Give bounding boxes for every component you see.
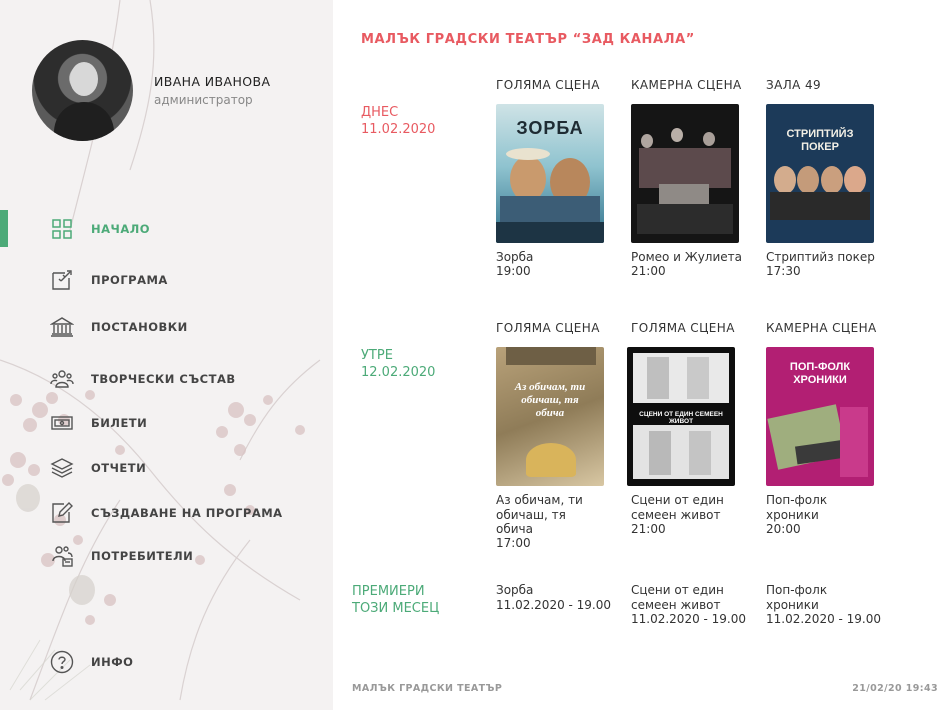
show-time: 17:00 (496, 536, 531, 550)
show-title: Стриптийз покер (766, 250, 875, 264)
edit-icon (52, 502, 73, 523)
poster-zorba[interactable]: ЗОРБА (496, 104, 604, 243)
nav-item-tickets[interactable]: БИЛЕТИ (50, 411, 147, 435)
people-icon (50, 370, 74, 388)
poster-az-obicham[interactable]: Аз обичам, ти обичаш, тя обича (496, 347, 604, 486)
footer-brand: МАЛЪК ГРАДСКИ ТЕАТЪР (352, 683, 503, 694)
stage-header: ГОЛЯМА СЦЕНА (631, 321, 735, 335)
nav-item-productions[interactable]: ПОСТАНОВКИ (50, 315, 188, 339)
poster-sceni[interactable]: СЦЕНИ ОТ ЕДИН СЕМЕЕН ЖИВОТ (627, 347, 735, 486)
nav-item-users[interactable]: ПОТРЕБИТЕЛИ (50, 544, 193, 568)
show-time: 20:00 (766, 522, 801, 536)
nav-label: БИЛЕТИ (91, 416, 148, 430)
nav-label: ОТЧЕТИ (91, 461, 147, 475)
page-title: МАЛЪК ГРАДСКИ ТЕАТЪР “ЗАД КАНАЛА” (361, 32, 695, 47)
help-icon (50, 650, 74, 674)
premiere-item[interactable]: Сцени от един семеен живот 11.02.2020 - … (631, 583, 749, 627)
stage-header: ЗАЛА 49 (766, 78, 822, 92)
show-title: Зорба (496, 250, 534, 264)
avatar (32, 40, 133, 141)
nav-label: СЪЗДАВАНЕ НА ПРОГРАМА (91, 506, 283, 520)
grid-icon (52, 219, 72, 239)
nav-item-home[interactable]: НАЧАЛО (50, 217, 150, 241)
today-label: ДНЕС 11.02.2020 (361, 105, 436, 137)
nav-label: ПРОГРАМА (91, 273, 168, 287)
nav-item-reports[interactable]: ОТЧЕТИ (50, 456, 146, 480)
premiere-item[interactable]: Зорба 11.02.2020 - 19.00 (496, 583, 614, 612)
show-time: 19:00 (496, 264, 531, 278)
stage-header: ГОЛЯМА СЦЕНА (496, 78, 600, 92)
program-icon (52, 270, 72, 290)
premiere-item[interactable]: Поп-фолк хроники 11.02.2020 - 19.00 (766, 583, 884, 627)
stage-header: КАМЕРНА СЦЕНА (631, 78, 742, 92)
users-manage-icon (52, 546, 73, 567)
sidebar: ИВАНА ИВАНОВА администратор НАЧАЛО ПРОГР… (0, 0, 333, 710)
nav-item-info[interactable]: ИНФО (50, 650, 133, 674)
nav-item-creative-team[interactable]: ТВОРЧЕСКИ СЪСТАВ (50, 367, 236, 391)
theater-building-icon (50, 317, 74, 337)
active-indicator (0, 210, 8, 247)
nav-label: ТВОРЧЕСКИ СЪСТАВ (91, 372, 236, 386)
footer-datetime: 21/02/20 19:43 (852, 683, 938, 694)
nav-label: ПОТРЕБИТЕЛИ (91, 549, 194, 563)
show-title: Аз обичам, ти обичаш, тя обича (496, 493, 583, 536)
show-time: 17:30 (766, 264, 801, 278)
main-content: МАЛЪК ГРАДСКИ ТЕАТЪР “ЗАД КАНАЛА” ДНЕС 1… (333, 0, 950, 710)
show-title: Ромео и Жулиета (631, 250, 743, 264)
nav-item-create-program[interactable]: СЪЗДАВАНЕ НА ПРОГРАМА (50, 501, 283, 525)
tomorrow-label: УТРЕ 12.02.2020 (361, 348, 436, 380)
ticket-icon (51, 416, 73, 430)
show-title: Сцени от един семеен живот (631, 493, 724, 522)
user-profile[interactable]: ИВАНА ИВАНОВА администратор (32, 40, 270, 141)
poster-striptease-poker[interactable]: СТРИПТИЙЗ ПОКЕР (766, 104, 874, 243)
nav-label: НАЧАЛО (91, 222, 151, 236)
layers-icon (50, 458, 74, 478)
user-name: ИВАНА ИВАНОВА (154, 74, 271, 89)
nav-label: ПОСТАНОВКИ (91, 320, 188, 334)
show-time: 21:00 (631, 264, 666, 278)
premieres-label: ПРЕМИЕРИ ТОЗИ МЕСЕЦ (352, 584, 440, 616)
poster-pop-folk[interactable]: ПОП-ФОЛК ХРОНИКИ (766, 347, 874, 486)
stage-header: ГОЛЯМА СЦЕНА (496, 321, 600, 335)
show-time: 21:00 (631, 522, 666, 536)
poster-romeo-juliet[interactable] (631, 104, 739, 243)
nav-label: ИНФО (91, 655, 134, 669)
nav-item-program[interactable]: ПРОГРАМА (50, 268, 168, 292)
show-title: Поп-фолк хроники (766, 493, 828, 522)
stage-header: КАМЕРНА СЦЕНА (766, 321, 877, 335)
user-role: администратор (154, 93, 253, 107)
